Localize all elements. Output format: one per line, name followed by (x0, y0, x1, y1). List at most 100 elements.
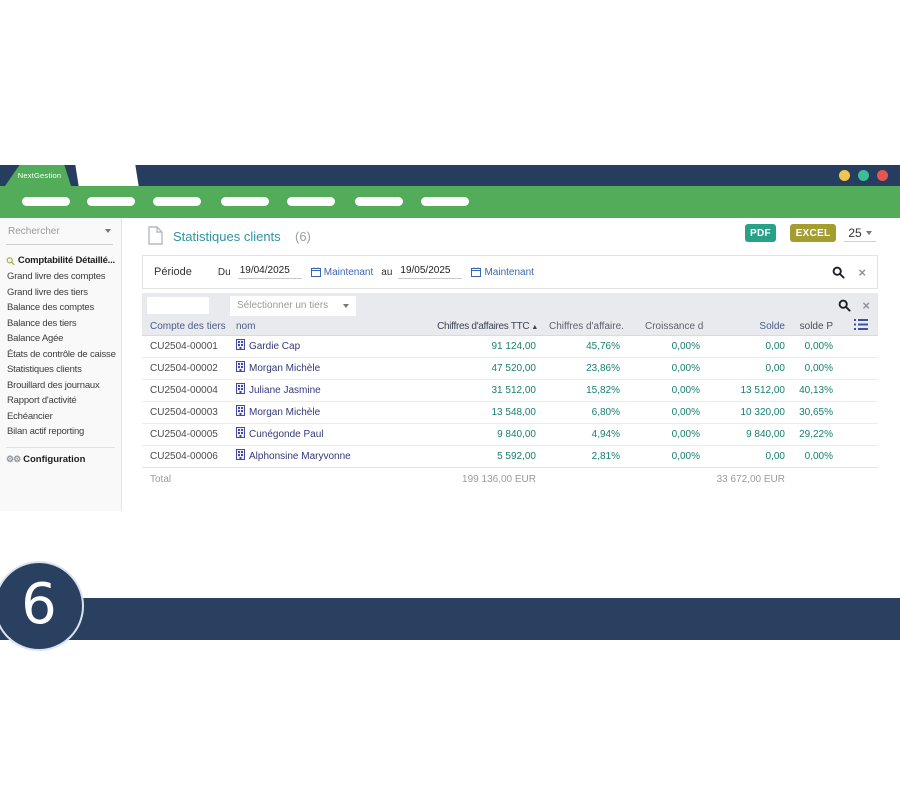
sidebar-section-comptabilite[interactable]: Comptabilité Détaillé... (0, 249, 121, 269)
sidebar-config-label: Configuration (23, 454, 85, 465)
nav-pill-2[interactable] (87, 197, 135, 206)
tab-blank[interactable] (75, 165, 138, 186)
empty-cell (540, 467, 624, 491)
sidebar-item-echeancier[interactable]: Echéancier (0, 409, 121, 425)
nav-pill-6[interactable] (355, 197, 403, 206)
pdf-button[interactable]: PDF (745, 224, 776, 242)
column-header-ca-ttc[interactable]: Chiffres d'affaires TTC▲ (436, 318, 540, 335)
cell-croissance: 0,00% (624, 401, 704, 423)
column-header-compte[interactable]: Compte des tiers (142, 318, 236, 335)
tab-nextgestion[interactable]: NextGestion (5, 165, 71, 186)
cell-nom[interactable]: Juliane Jasmine (236, 379, 436, 401)
cell-ca-pct: 6,80% (540, 401, 624, 423)
cell-nom[interactable]: Gardie Cap (236, 335, 436, 357)
cell-nom[interactable]: Morgan Michèle (236, 357, 436, 379)
periode-panel: Période Du 19/04/2025 Maintenant au 19/0… (142, 255, 878, 289)
table-row[interactable]: CU2504-00004 Juliane Jasmine 31 512,00 1… (142, 379, 878, 401)
sidebar-item-brouillard-journaux[interactable]: Brouillard des journaux (0, 378, 121, 394)
chevron-down-icon (866, 231, 872, 235)
column-header-options[interactable] (836, 318, 878, 335)
maximize-dot[interactable] (858, 170, 869, 181)
cell-ca-pct: 23,86% (540, 357, 624, 379)
window-controls (839, 170, 888, 181)
nav-pill-5[interactable] (287, 197, 335, 206)
window-titlebar: NextGestion (0, 165, 900, 186)
statistics-table: Sélectionner un tiers × Compte des tiers… (142, 293, 878, 491)
column-header-ca-pct[interactable]: Chiffres d'affaire... (540, 318, 624, 335)
step-number: 6 (21, 577, 57, 633)
cell-solde: 0,00 (704, 445, 789, 467)
gear-icon: ⚙⚙ (6, 454, 20, 465)
cell-ca-ttc: 31 512,00 (436, 379, 540, 401)
minimize-dot[interactable] (839, 170, 850, 181)
cell-compte: CU2504-00003 (142, 401, 236, 423)
column-header-croissance[interactable]: Croissance des ... (624, 318, 704, 335)
calendar-icon (471, 267, 481, 277)
clear-icon[interactable]: × (858, 266, 866, 279)
cell-croissance: 0,00% (624, 335, 704, 357)
table-row[interactable]: CU2504-00002 Morgan Michèle 47 520,00 23… (142, 357, 878, 379)
table-row[interactable]: CU2504-00006 Alphonsine Maryvonne 5 592,… (142, 445, 878, 467)
column-header-nom[interactable]: nom (236, 318, 436, 335)
tiers-select[interactable]: Sélectionner un tiers (230, 296, 356, 316)
cell-solde-p: 0,00% (789, 335, 836, 357)
nav-pill-1[interactable] (22, 197, 70, 206)
cell-nom[interactable]: Morgan Michèle (236, 401, 436, 423)
cell-nom[interactable]: Cunégonde Paul (236, 423, 436, 445)
sidebar-item-etats-controle-caisse[interactable]: États de contrôle de caisse (0, 347, 121, 363)
date-to-field[interactable]: 19/05/2025 (398, 265, 462, 279)
nav-pill-7[interactable] (421, 197, 469, 206)
cell-compte: CU2504-00005 (142, 423, 236, 445)
nav-pill-3[interactable] (153, 197, 201, 206)
cell-nom[interactable]: Alphonsine Maryvonne (236, 445, 436, 467)
table-row[interactable]: CU2504-00003 Morgan Michèle 13 548,00 6,… (142, 401, 878, 423)
page: NextGestion Rechercher Comptabilité Déta… (0, 0, 900, 800)
cell-croissance: 0,00% (624, 423, 704, 445)
column-header-solde[interactable]: Solde (704, 318, 789, 335)
date-from-field[interactable]: 19/04/2025 (238, 265, 302, 279)
sidebar-item-statistiques-clients[interactable]: Statistiques clients (0, 362, 121, 378)
sidebar-item-bilan-actif-reporting[interactable]: Bilan actif reporting (0, 424, 121, 440)
cell-solde-p: 0,00% (789, 445, 836, 467)
maintenant-to-link[interactable]: Maintenant (471, 267, 533, 278)
cell-ca-ttc: 91 124,00 (436, 335, 540, 357)
sidebar-divider (6, 447, 115, 448)
sidebar-search-placeholder: Rechercher (8, 226, 60, 237)
building-icon (236, 430, 245, 441)
page-size-dropdown[interactable]: 25 (844, 224, 876, 242)
maintenant-from-link[interactable]: Maintenant (311, 267, 373, 278)
sidebar-item-configuration[interactable]: ⚙⚙ Configuration (0, 453, 121, 465)
table-row[interactable]: CU2504-00001 Gardie Cap 91 124,00 45,76%… (142, 335, 878, 357)
column-header-solde-p[interactable]: solde P (789, 318, 836, 335)
table-row[interactable]: CU2504-00005 Cunégonde Paul 9 840,00 4,9… (142, 423, 878, 445)
maintenant-from-label: Maintenant (324, 267, 373, 278)
nav-pill-4[interactable] (221, 197, 269, 206)
close-dot[interactable] (877, 170, 888, 181)
chevron-down-icon (105, 229, 111, 233)
search-icon[interactable] (838, 299, 851, 312)
sidebar: Rechercher Comptabilité Détaillé... Gran… (0, 218, 122, 511)
sidebar-item-balance-tiers[interactable]: Balance des tiers (0, 316, 121, 332)
cell-ca-pct: 45,76% (540, 335, 624, 357)
sidebar-item-rapport-activite[interactable]: Rapport d'activité (0, 393, 121, 409)
slide-footer-bar (0, 598, 900, 640)
sidebar-item-balance-agee[interactable]: Balance Agée (0, 331, 121, 347)
cell-solde: 0,00 (704, 357, 789, 379)
sidebar-item-grand-livre-comptes[interactable]: Grand livre des comptes (0, 269, 121, 285)
sidebar-item-grand-livre-tiers[interactable]: Grand livre des tiers (0, 285, 121, 301)
building-icon (236, 408, 245, 419)
excel-button[interactable]: EXCEL (790, 224, 836, 242)
search-icon[interactable] (832, 266, 845, 279)
clear-icon[interactable]: × (862, 299, 870, 312)
cell-croissance: 0,00% (624, 357, 704, 379)
maintenant-to-label: Maintenant (484, 267, 533, 278)
sidebar-search-input[interactable]: Rechercher (6, 218, 113, 245)
sidebar-item-balance-comptes[interactable]: Balance des comptes (0, 300, 121, 316)
filter-input[interactable] (147, 297, 209, 314)
building-icon (236, 364, 245, 375)
table-total-row: Total 199 136,00 EUR 33 672,00 EUR (142, 467, 878, 491)
cell-ca-ttc: 5 592,00 (436, 445, 540, 467)
cell-ca-pct: 15,82% (540, 379, 624, 401)
cell-options (836, 401, 878, 423)
cell-solde-p: 30,65% (789, 401, 836, 423)
